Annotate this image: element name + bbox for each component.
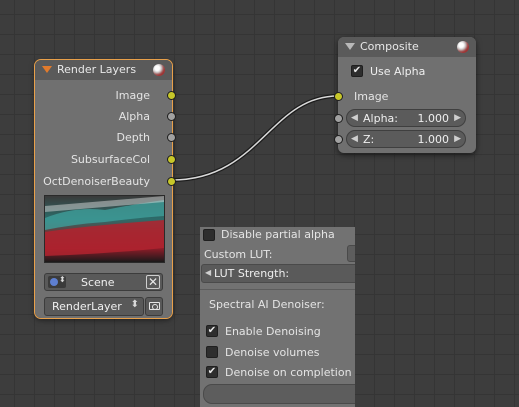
custom-lut-field[interactable] xyxy=(347,245,355,262)
scene-browse-icon[interactable]: ⬍ xyxy=(48,275,66,288)
z-field-value: 1.000 xyxy=(417,133,450,146)
disable-partial-alpha-checkbox[interactable] xyxy=(203,229,215,241)
input-label-image: Image xyxy=(354,90,389,103)
preview-sphere-icon[interactable] xyxy=(153,64,165,76)
output-label-octdenoiserbeauty: OctDenoiserBeauty xyxy=(43,175,150,188)
composite-header[interactable]: Composite xyxy=(338,37,476,57)
output-socket-depth[interactable] xyxy=(167,133,176,142)
output-socket-image[interactable] xyxy=(167,91,176,100)
lut-strength-label: LUT Strength: xyxy=(214,267,290,280)
node-title: Render Layers xyxy=(57,63,137,76)
denoise-on-completion-label: Denoise on completion xyxy=(225,366,352,379)
input-socket-z[interactable] xyxy=(334,135,343,144)
render-preview-thumbnail xyxy=(44,195,165,263)
lut-strength-field[interactable]: ◀ LUT Strength: xyxy=(201,264,355,283)
use-alpha-label: Use Alpha xyxy=(370,65,426,78)
enable-denoising-label: Enable Denoising xyxy=(225,325,321,338)
render-button[interactable] xyxy=(145,297,163,316)
use-alpha-checkbox[interactable]: ✔ xyxy=(351,65,363,77)
input-socket-image[interactable] xyxy=(334,92,343,101)
decrement-arrow-icon[interactable]: ◀ xyxy=(351,134,358,144)
collapse-triangle-icon[interactable] xyxy=(345,43,355,50)
denoise-volumes-label: Denoise volumes xyxy=(225,346,320,359)
alpha-field-label: Alpha: xyxy=(363,112,398,125)
spectral-denoiser-label: Spectral AI Denoiser: xyxy=(209,298,325,311)
disable-partial-alpha-label: Disable partial alpha xyxy=(221,228,335,241)
render-layer-name: RenderLayer xyxy=(52,300,122,313)
output-label-subsurfacecol: SubsurfaceCol xyxy=(70,153,150,166)
render-layer-dropdown[interactable]: RenderLayer ⬍ xyxy=(44,297,144,316)
z-field[interactable]: ◀ Z: 1.000 ▶ xyxy=(346,130,466,148)
collapse-triangle-icon[interactable] xyxy=(42,66,52,73)
output-label-depth: Depth xyxy=(116,131,150,144)
decrement-arrow-icon[interactable]: ◀ xyxy=(351,113,358,123)
denoise-on-completion-checkbox[interactable]: ✔ xyxy=(206,366,218,378)
denoise-volumes-checkbox[interactable] xyxy=(206,346,218,358)
next-setting-field[interactable] xyxy=(203,384,355,404)
scene-name[interactable]: Scene xyxy=(81,276,115,289)
camera-icon xyxy=(149,302,160,310)
render-layers-node[interactable]: Render Layers Image Alpha Depth Subsurfa… xyxy=(34,59,176,319)
output-socket-octdenoiserbeauty[interactable] xyxy=(167,177,176,186)
render-layers-header[interactable]: Render Layers xyxy=(35,60,172,80)
z-field-label: Z: xyxy=(363,133,375,146)
output-label-image: Image xyxy=(115,89,150,102)
enable-denoising-checkbox[interactable]: ✔ xyxy=(206,325,218,337)
composite-node[interactable]: Composite ✔ Use Alpha Image ◀ Alpha: 1.0… xyxy=(334,37,476,153)
node-link-wire[interactable] xyxy=(171,94,339,182)
output-socket-alpha[interactable] xyxy=(167,112,176,121)
increment-arrow-icon[interactable]: ▶ xyxy=(454,134,461,144)
scene-selector[interactable]: ⬍ Scene ✕ xyxy=(44,273,163,291)
alpha-field-value: 1.000 xyxy=(417,112,450,125)
octane-settings-panel: Disable partial alpha Custom LUT: ◀ LUT … xyxy=(200,227,355,407)
node-title: Composite xyxy=(360,40,419,53)
dropdown-arrows-icon: ⬍ xyxy=(130,299,139,310)
preview-sphere-icon[interactable] xyxy=(457,41,469,53)
custom-lut-label: Custom LUT: xyxy=(204,248,273,261)
scene-clear-icon[interactable]: ✕ xyxy=(146,275,160,289)
section-divider xyxy=(200,289,355,290)
output-socket-subsurfacecol[interactable] xyxy=(167,155,176,164)
decrement-arrow-icon[interactable]: ◀ xyxy=(205,268,211,277)
output-label-alpha: Alpha xyxy=(118,110,150,123)
input-socket-alpha[interactable] xyxy=(334,114,343,123)
increment-arrow-icon[interactable]: ▶ xyxy=(454,113,461,123)
alpha-field[interactable]: ◀ Alpha: 1.000 ▶ xyxy=(346,109,466,127)
